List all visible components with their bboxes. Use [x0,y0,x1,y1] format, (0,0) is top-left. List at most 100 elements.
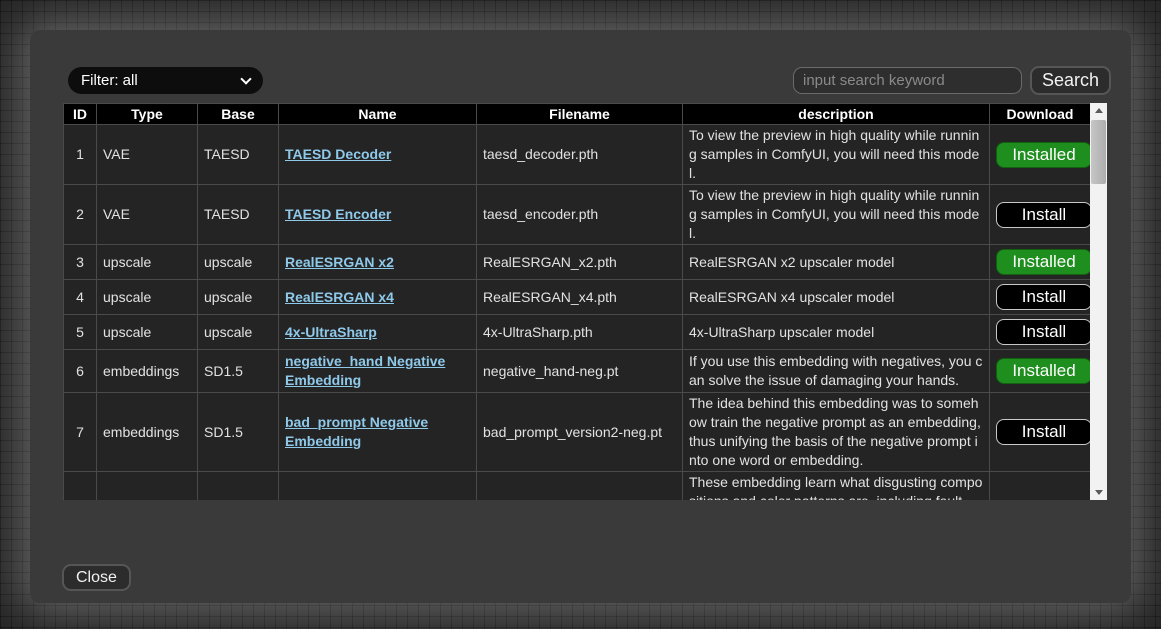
cell-filename: RealESRGAN_x2.pth [477,245,683,280]
install-button[interactable]: Install [996,202,1092,228]
column-header-id: ID [64,104,97,125]
table-header-row: ID Type Base Name Filename description D… [64,104,1091,125]
cell-name: RealESRGAN x2 [279,245,477,280]
filter-dropdown-label: Filter: all [81,72,138,89]
installed-button[interactable]: Installed [996,358,1092,384]
models-table-body: 1VAETAESDTAESD Decodertaesd_decoder.pthT… [64,125,1091,501]
cell-download: Installed [990,125,1091,185]
cell-description: RealESRGAN x2 upscaler model [683,245,990,280]
cell-download: Install [990,185,1091,245]
cell-base: SD1.5 [198,350,279,393]
models-table-container: ID Type Base Name Filename description D… [63,103,1107,500]
cell-base: upscale [198,315,279,350]
cell-description: To view the preview in high quality whil… [683,185,990,245]
cell-id: 6 [64,350,97,393]
cell-name: TAESD Decoder [279,125,477,185]
cell-type: embeddings [97,393,198,472]
model-name-link[interactable]: 4x-UltraSharp [285,324,377,340]
scrollbar-up-arrow-icon[interactable] [1090,103,1107,118]
cell-description: To view the preview in high quality whil… [683,125,990,185]
model-name-link[interactable]: negative_hand Negative Embedding [285,353,445,388]
cell-id: 1 [64,125,97,185]
column-header-download: Download [990,104,1091,125]
cell-base: upscale [198,280,279,315]
close-button[interactable]: Close [62,564,131,591]
cell-name: RealESRGAN x4 [279,280,477,315]
install-button[interactable]: Install [996,284,1092,310]
cell-type: embeddings [97,350,198,393]
cell-download: Installed [990,245,1091,280]
model-name-link[interactable]: TAESD Encoder [285,206,391,222]
cell-description: The idea behind this embedding was to so… [683,393,990,472]
cell-base: TAESD [198,185,279,245]
cell-type: VAE [97,125,198,185]
column-header-description: description [683,104,990,125]
model-name-link[interactable]: RealESRGAN x2 [285,254,394,270]
column-header-type: Type [97,104,198,125]
cell-name: negative_hand Negative Embedding [279,350,477,393]
install-button[interactable]: Install [996,419,1092,445]
cell-id: 5 [64,315,97,350]
cell-filename: bad_prompt_version2-neg.pt [477,393,683,472]
table-row: 1VAETAESD TAESD Decoder taesd_decoder.pthT… [64,125,1091,185]
cell-id: 7 [64,393,97,472]
install-models-dialog: Filter: all Search ID Type Base Name Fil… [30,30,1131,603]
cell-filename: 4x-UltraSharp.pth [477,315,683,350]
cell-name: 4x-UltraSharp [279,315,477,350]
scrollbar-down-arrow-icon[interactable] [1090,485,1107,500]
cell-download: Install [990,315,1091,350]
cell-name: TAESD Encoder [279,185,477,245]
cell-type: upscale [97,245,198,280]
models-table: ID Type Base Name Filename description D… [63,103,1091,500]
cell-type: VAE [97,185,198,245]
cell-base: SD1.5 [198,393,279,472]
cell-description: RealESRGAN x4 upscaler model [683,280,990,315]
table-row: These embedding learn what disgusting co… [64,472,1091,501]
column-header-base: Base [198,104,279,125]
cell-filename: taesd_decoder.pth [477,125,683,185]
search-button[interactable]: Search [1030,66,1111,95]
model-name-link[interactable]: bad_prompt Negative Embedding [285,414,428,449]
installed-button[interactable]: Installed [996,249,1092,275]
table-row: 4upscaleupscaleRealESRGAN x4RealESRGAN_x… [64,280,1091,315]
cell-base [198,472,279,501]
installed-button[interactable]: Installed [996,142,1092,168]
cell-description: 4x-UltraSharp upscaler model [683,315,990,350]
column-header-filename: Filename [477,104,683,125]
chevron-down-icon [240,73,251,84]
cell-description: These embedding learn what disgusting co… [683,472,990,501]
search-input[interactable] [793,67,1022,94]
table-row: 3upscaleupscaleRealESRGAN x2RealESRGAN_x… [64,245,1091,280]
column-header-name: Name [279,104,477,125]
cell-name: bad_prompt Negative Embedding [279,393,477,472]
cell-download: Install [990,280,1091,315]
cell-download: Installed [990,350,1091,393]
cell-description: If you use this embedding with negatives… [683,350,990,393]
cell-base: TAESD [198,125,279,185]
cell-filename: taesd_encoder.pth [477,185,683,245]
filter-dropdown[interactable]: Filter: all [68,67,263,94]
cell-id: 3 [64,245,97,280]
cell-type: upscale [97,280,198,315]
cell-download [990,472,1091,501]
scrollbar-thumb[interactable] [1091,120,1106,184]
table-row: 5upscaleupscale4x-UltraSharp4x-UltraShar… [64,315,1091,350]
cell-id: 4 [64,280,97,315]
table-row: 6embeddingsSD1.5negative_hand Negative E… [64,350,1091,393]
model-name-link[interactable]: RealESRGAN x4 [285,289,394,305]
table-row: 2VAETAESD TAESD Encoder taesd_encoder.pthT… [64,185,1091,245]
cell-id: 2 [64,185,97,245]
cell-name [279,472,477,501]
cell-filename: RealESRGAN_x4.pth [477,280,683,315]
cell-filename: negative_hand-neg.pt [477,350,683,393]
table-row: 7embeddingsSD1.5bad_prompt Negative Embe… [64,393,1091,472]
cell-type: upscale [97,315,198,350]
table-scrollbar[interactable] [1090,103,1107,500]
cell-type [97,472,198,501]
cell-base: upscale [198,245,279,280]
install-button[interactable]: Install [996,319,1092,345]
model-name-link[interactable]: TAESD Decoder [285,146,391,162]
cell-download: Install [990,393,1091,472]
cell-filename [477,472,683,501]
cell-id [64,472,97,501]
